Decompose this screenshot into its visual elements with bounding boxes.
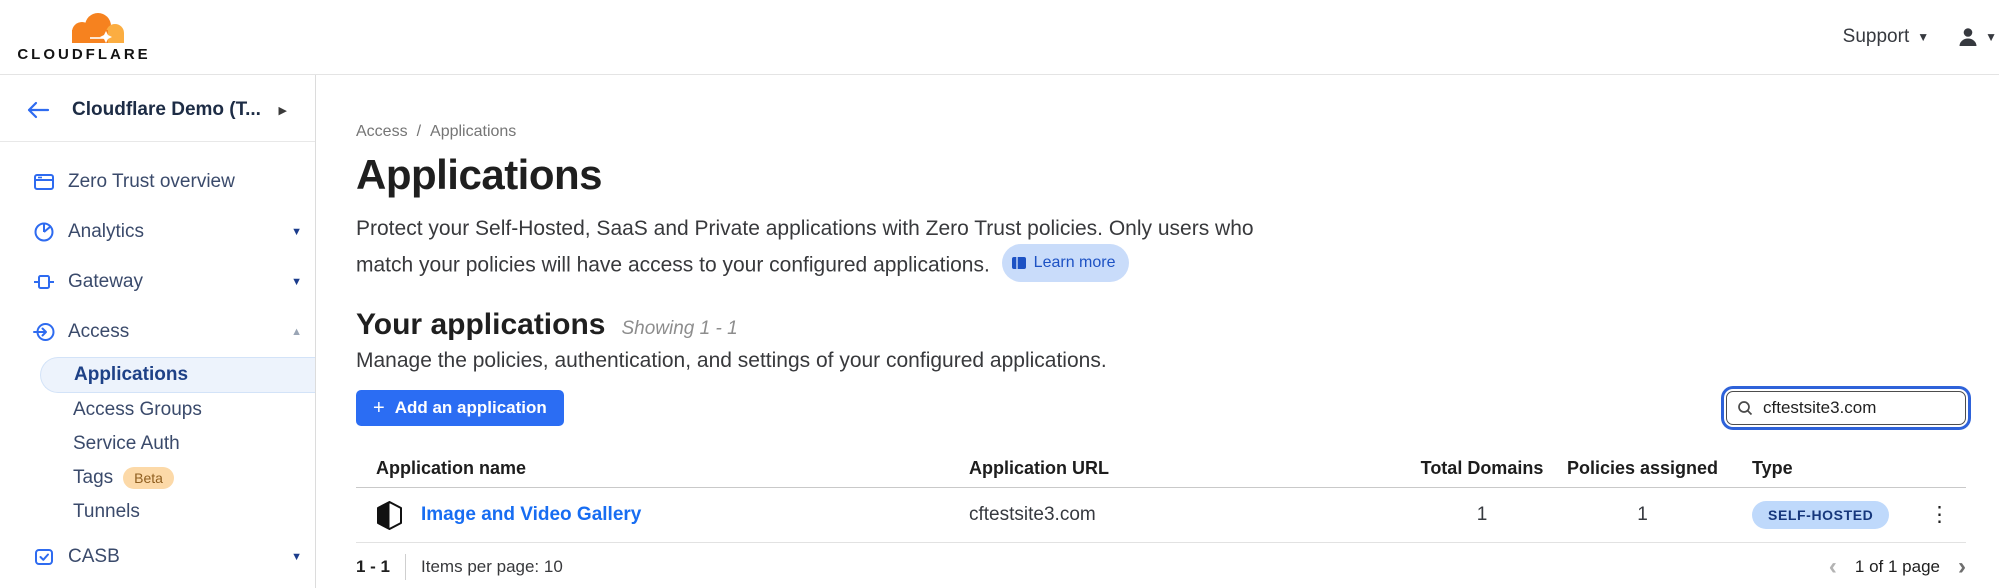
- breadcrumb: Access / Applications: [356, 123, 1966, 141]
- column-header-total-domains[interactable]: Total Domains: [1409, 458, 1555, 479]
- app-cube-icon: [376, 501, 403, 530]
- breadcrumb-applications[interactable]: Applications: [430, 123, 516, 141]
- chevron-down-icon: ▼: [291, 276, 302, 288]
- chevron-down-icon: ▼: [291, 551, 302, 563]
- search-box: [1726, 391, 1966, 425]
- section-description: Manage the policies, authentication, and…: [356, 349, 1966, 373]
- items-per-page[interactable]: Items per page: 10: [421, 557, 563, 577]
- sidebar-item-access[interactable]: Access ▲: [0, 307, 315, 357]
- access-login-icon: [33, 321, 55, 343]
- search-icon: [1737, 400, 1753, 416]
- table-header-row: Application name Application URL Total D…: [356, 450, 1966, 488]
- cloudflare-cloud-icon: [62, 11, 134, 45]
- chevron-up-icon: ▲: [291, 326, 302, 338]
- learn-more-badge[interactable]: Learn more: [1002, 244, 1129, 282]
- policies-assigned-value: 1: [1555, 504, 1730, 526]
- chevron-right-icon[interactable]: ▶: [279, 104, 287, 117]
- search-input[interactable]: [1726, 391, 1966, 425]
- section-title: Your applications: [356, 308, 605, 342]
- column-header-type[interactable]: Type: [1730, 458, 1906, 479]
- sidebar-item-tags[interactable]: Tags Beta: [0, 461, 315, 495]
- casb-check-icon: [33, 546, 55, 568]
- sidebar-nav: Zero Trust overview Analytics ▼ Gateway …: [0, 142, 315, 582]
- total-domains-value: 1: [1409, 504, 1555, 526]
- sidebar: Cloudflare Demo (T... ▶ Zero Trust overv…: [0, 75, 316, 588]
- support-menu[interactable]: Support ▼: [1843, 26, 1929, 48]
- page-description: Protect your Self-Hosted, SaaS and Priva…: [356, 213, 1636, 282]
- sidebar-item-casb[interactable]: CASB ▼: [0, 532, 315, 582]
- chevron-down-icon: ▼: [291, 226, 302, 238]
- page-description-line2: match your policies will have access to …: [356, 254, 990, 277]
- sidebar-item-label: Access Groups: [73, 399, 202, 421]
- applications-table: Application name Application URL Total D…: [356, 450, 1966, 543]
- sidebar-item-label: Tags: [73, 467, 113, 489]
- overview-window-icon: [33, 171, 55, 193]
- add-application-button[interactable]: + Add an application: [356, 390, 564, 426]
- support-label: Support: [1843, 26, 1910, 48]
- chevron-down-icon: ▼: [1985, 30, 1997, 44]
- back-arrow-icon[interactable]: [26, 101, 50, 119]
- items-range: 1 - 1: [356, 557, 390, 577]
- sidebar-item-label: Analytics: [68, 221, 144, 243]
- row-actions-kebab-icon[interactable]: ⋮: [1929, 506, 1950, 524]
- sidebar-item-label: Applications: [74, 364, 188, 386]
- user-icon: [1957, 26, 1979, 48]
- column-header-policies-assigned[interactable]: Policies assigned: [1555, 458, 1730, 479]
- breadcrumb-access[interactable]: Access: [356, 123, 408, 141]
- previous-page-icon[interactable]: ‹: [1829, 557, 1837, 577]
- sidebar-item-label: Service Auth: [73, 433, 180, 455]
- sidebar-item-label: Gateway: [68, 271, 143, 293]
- cloudflare-logo-text: CLOUDFLARE: [17, 46, 150, 63]
- sidebar-item-zero-trust-overview[interactable]: Zero Trust overview: [0, 157, 315, 207]
- add-application-label: Add an application: [395, 398, 547, 418]
- chevron-down-icon: ▼: [1917, 30, 1929, 44]
- sidebar-item-label: Zero Trust overview: [68, 171, 235, 193]
- page-description-line1: Protect your Self-Hosted, SaaS and Priva…: [356, 217, 1254, 240]
- top-bar: CLOUDFLARE Support ▼ ▼: [0, 0, 1999, 75]
- application-url: cftestsite3.com: [969, 504, 1409, 526]
- cloudflare-logo[interactable]: CLOUDFLARE: [18, 11, 150, 63]
- table-row: Image and Video Gallery cftestsite3.com …: [356, 488, 1966, 543]
- column-header-application-url[interactable]: Application URL: [969, 458, 1409, 479]
- sidebar-item-analytics[interactable]: Analytics ▼: [0, 207, 315, 257]
- page-info: 1 of 1 page: [1855, 557, 1940, 577]
- next-page-icon[interactable]: ›: [1958, 557, 1966, 577]
- access-submenu: Applications Access Groups Service Auth …: [0, 357, 315, 529]
- pie-chart-icon: [33, 221, 55, 243]
- showing-count: Showing 1 - 1: [621, 318, 737, 340]
- sidebar-item-label: Access: [68, 321, 129, 343]
- application-name-link[interactable]: Image and Video Gallery: [421, 504, 641, 526]
- gateway-icon: [33, 271, 55, 293]
- learn-more-label: Learn more: [1034, 247, 1116, 278]
- page-title: Applications: [356, 151, 1966, 199]
- sidebar-item-label: Tunnels: [73, 501, 140, 523]
- book-icon: [1011, 256, 1027, 270]
- sidebar-item-label: CASB: [68, 546, 120, 568]
- sidebar-item-service-auth[interactable]: Service Auth: [0, 427, 315, 461]
- account-name[interactable]: Cloudflare Demo (T...: [72, 99, 279, 121]
- breadcrumb-separator: /: [417, 123, 421, 141]
- sidebar-item-tunnels[interactable]: Tunnels: [0, 495, 315, 529]
- table-footer: 1 - 1 Items per page: 10 ‹ 1 of 1 page ›: [356, 554, 1966, 580]
- account-switcher: Cloudflare Demo (T... ▶: [0, 75, 315, 121]
- sidebar-item-gateway[interactable]: Gateway ▼: [0, 257, 315, 307]
- footer-divider: [405, 554, 406, 580]
- sidebar-item-access-groups[interactable]: Access Groups: [0, 393, 315, 427]
- user-account-menu[interactable]: ▼: [1957, 26, 1997, 48]
- column-header-application-name[interactable]: Application name: [356, 458, 969, 479]
- plus-icon: +: [373, 401, 385, 415]
- sidebar-item-applications[interactable]: Applications: [40, 357, 315, 393]
- type-badge: SELF-HOSTED: [1752, 501, 1889, 529]
- main-content: Access / Applications Applications Prote…: [316, 75, 1999, 588]
- beta-badge: Beta: [123, 467, 174, 489]
